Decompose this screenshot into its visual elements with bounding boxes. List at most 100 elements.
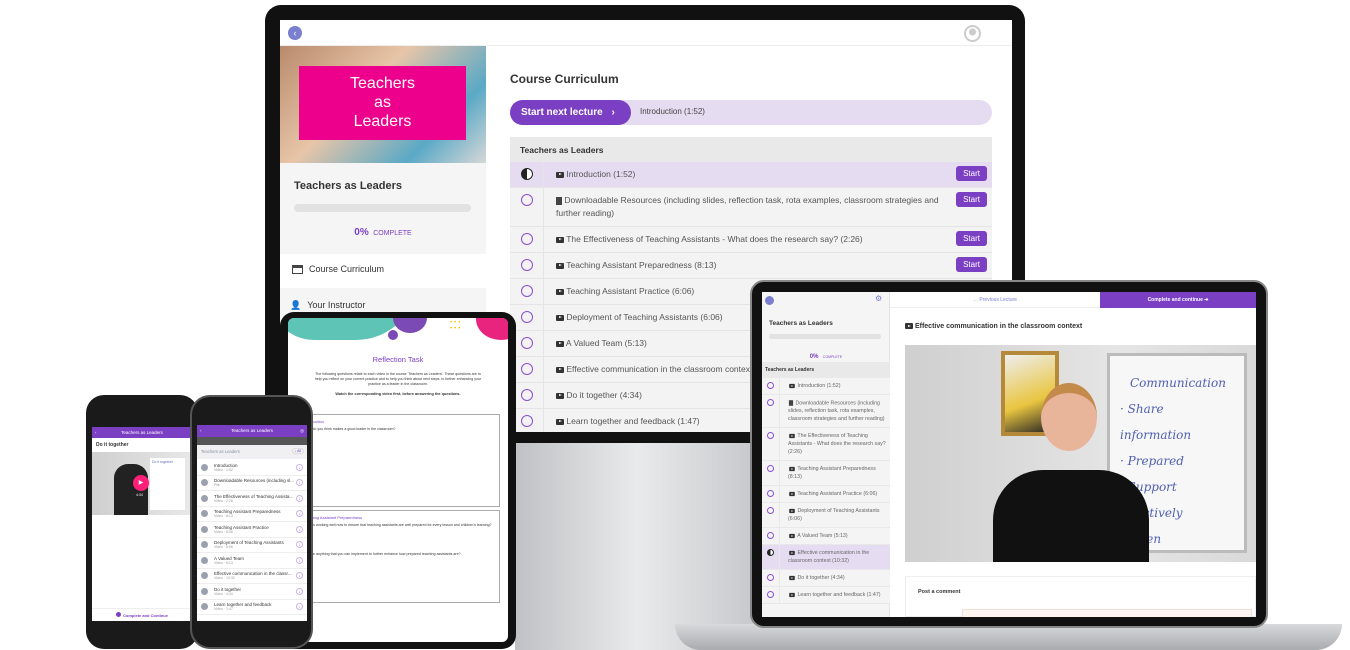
back-icon[interactable]: ‹ (200, 425, 202, 437)
lecture-row[interactable]: Introduction Video · 1:52 ↓ (197, 460, 307, 476)
lecture-row[interactable]: Learn together and feedback Video · 1:47 ↓ (197, 600, 307, 615)
reflection-intro: The following questions relate to each v… (314, 372, 482, 386)
lecture-row[interactable]: Teaching Assistant Practice (6:06) (762, 486, 890, 504)
lecture-status-icon (201, 525, 208, 533)
decor-yellow-dots: ••• ••• (450, 320, 463, 332)
course-cover-image: Teachers as Leaders (280, 46, 486, 163)
start-next-lecture-button[interactable]: Start next lecture › (510, 100, 631, 125)
lecture-meta: Video · 6:06 (214, 529, 233, 534)
start-button[interactable]: Start (956, 166, 987, 181)
lecture-title: Downloadable Resources (including slides… (556, 195, 939, 218)
lecture-row[interactable]: Introduction (1:52) Start (510, 162, 992, 188)
lecture-row[interactable]: Do it together (4:34) (762, 570, 890, 588)
download-icon[interactable]: ↓ (296, 541, 303, 549)
course-cover-title: Teachers as Leaders (299, 66, 466, 140)
decor-purple-dot (388, 330, 398, 340)
lecture-row[interactable]: The Effectiveness of Teaching Assista...… (197, 491, 307, 507)
lecture-row[interactable]: Downloadable Resources (including sl... F… (197, 476, 307, 491)
lecture-row[interactable]: A Valued Team (5:13) (762, 528, 890, 546)
check-circle-icon (116, 612, 122, 617)
file-icon (788, 400, 794, 406)
circle-icon (520, 337, 533, 349)
phone-lecture-list: Introduction Video · 1:52 ↓ Downloadable Re… (197, 460, 307, 615)
lecture-title: Learn together and feedback (1:47) (797, 592, 881, 599)
lecture-status-icon (201, 541, 208, 549)
avatar[interactable] (964, 25, 981, 42)
lecture-row[interactable]: Teaching Assistant Practice Video · 6:06 ↓ (197, 522, 307, 538)
video-icon (556, 236, 564, 243)
lecture-row[interactable]: Introduction (1:52) (762, 378, 890, 395)
lecture-row[interactable]: Do it together Video · 4:34 ↓ (197, 584, 307, 600)
circle-icon (767, 591, 774, 599)
back-button[interactable] (765, 296, 774, 305)
lecture-row[interactable]: Effective communication in the classroom… (762, 545, 890, 571)
lecture-title: The Effectiveness of Teaching Assistants… (788, 433, 886, 456)
phone-right-screen: ‹ Teachers as Leaders ◎ Teachers as Leader… (197, 425, 307, 621)
circle-icon (520, 415, 533, 427)
circle-icon (520, 363, 533, 375)
progress-bar (769, 334, 881, 339)
lecture-title: Downloadable Resources (including slides… (788, 400, 885, 423)
download-icon[interactable]: ↓ (296, 494, 303, 502)
section-title: Teaching Assistant Preparedness (303, 515, 363, 520)
section-title: Teachers as Leaders (201, 449, 240, 454)
video-icon (789, 508, 795, 514)
download-icon[interactable]: ↓ (296, 525, 303, 533)
video-icon (789, 433, 795, 439)
download-icon[interactable]: ↓ (296, 572, 303, 580)
lecture-status-icon (201, 572, 208, 580)
lecture-status-icon (201, 587, 208, 595)
video-player[interactable]: Do it together ▶ 4:34 (92, 452, 192, 515)
circle-icon (767, 399, 774, 406)
progress-label: COMPLETE (373, 230, 412, 237)
lecture-row[interactable]: Effective communication in the classr...… (197, 569, 307, 584)
comment-input[interactable] (962, 609, 1252, 617)
lecture-meta: Video · 2:26 (214, 498, 233, 503)
section-header: Teachers as Leaders (510, 137, 992, 162)
download-icon[interactable]: ↓ (296, 510, 303, 518)
start-button[interactable]: Start (956, 231, 987, 246)
start-button[interactable]: Start (956, 257, 987, 272)
download-icon[interactable]: ↓ (296, 587, 303, 595)
lecture-row[interactable]: Downloadable Resources (including slides… (510, 188, 992, 227)
lecture-row[interactable]: Teaching Assistant Preparedness (8:13) (762, 461, 890, 487)
play-button[interactable]: ▶ (133, 475, 149, 491)
download-icon[interactable]: ↓ (296, 556, 303, 564)
question: What do you think makes a good leader in… (303, 427, 396, 431)
download-icon[interactable]: ↓ (296, 479, 303, 487)
settings-icon[interactable]: ⚙ (875, 294, 882, 303)
curriculum-icon (292, 265, 303, 275)
previous-lecture-button[interactable]: ← Previous Lecture (890, 292, 1100, 308)
download-icon[interactable]: ↓ (296, 603, 303, 611)
lecture-row[interactable]: Deployment of Teaching Assistants Video ·… (197, 538, 307, 553)
download-icon[interactable]: ↓ (296, 463, 303, 471)
lecture-row[interactable]: A Valued Team Video · 5:13 ↓ (197, 553, 307, 569)
lecture-heading: Effective communication in the classroom… (905, 323, 1082, 330)
lecture-sidebar: ⚙ Teachers as Leaders 0% COMPLETE Teache… (762, 292, 890, 617)
start-button[interactable]: Start (956, 192, 987, 207)
all-button[interactable]: ↓ All (291, 448, 304, 454)
video-player[interactable]: Communication · Share information · Prep… (905, 345, 1256, 562)
complete-continue-button[interactable]: Complete and Continue (92, 608, 192, 621)
video-icon (556, 288, 564, 295)
lecture-row[interactable]: The Effectiveness of Teaching Assistants… (510, 227, 992, 253)
whiteboard-line: · Share information (1120, 402, 1192, 442)
back-button[interactable]: ‹ (288, 26, 302, 40)
settings-icon[interactable]: ◎ (300, 425, 304, 437)
lecture-row[interactable]: The Effectiveness of Teaching Assistants… (762, 428, 890, 462)
next-lecture-title: Introduction (1:52) (640, 107, 705, 116)
complete-continue-button[interactable]: Complete and continue ➔ (1100, 292, 1256, 308)
phone-left-screen: ‹ Teachers as Leaders Do it together Do i… (92, 427, 192, 621)
lecture-row[interactable]: Deployment of Teaching Assistants (6:06) (762, 503, 890, 529)
lecture-row[interactable]: Downloadable Resources (including slides… (762, 395, 890, 429)
lecture-row[interactable]: Learn together and feedback (1:47) (762, 587, 890, 605)
lecture-row[interactable]: Teaching Assistant Preparedness Video · 8… (197, 507, 307, 522)
lecture-row[interactable]: Teaching Assistant Preparedness (8:13) S… (510, 253, 992, 279)
half-circle-icon (767, 549, 774, 557)
phone-header: ‹ Teachers as Leaders (92, 427, 192, 438)
nav-course-curriculum[interactable]: Course Curriculum (280, 254, 486, 288)
back-icon[interactable]: ‹ (95, 427, 97, 438)
decor-pink-circle (476, 318, 508, 340)
circle-icon (767, 432, 774, 440)
video-icon (789, 550, 795, 556)
